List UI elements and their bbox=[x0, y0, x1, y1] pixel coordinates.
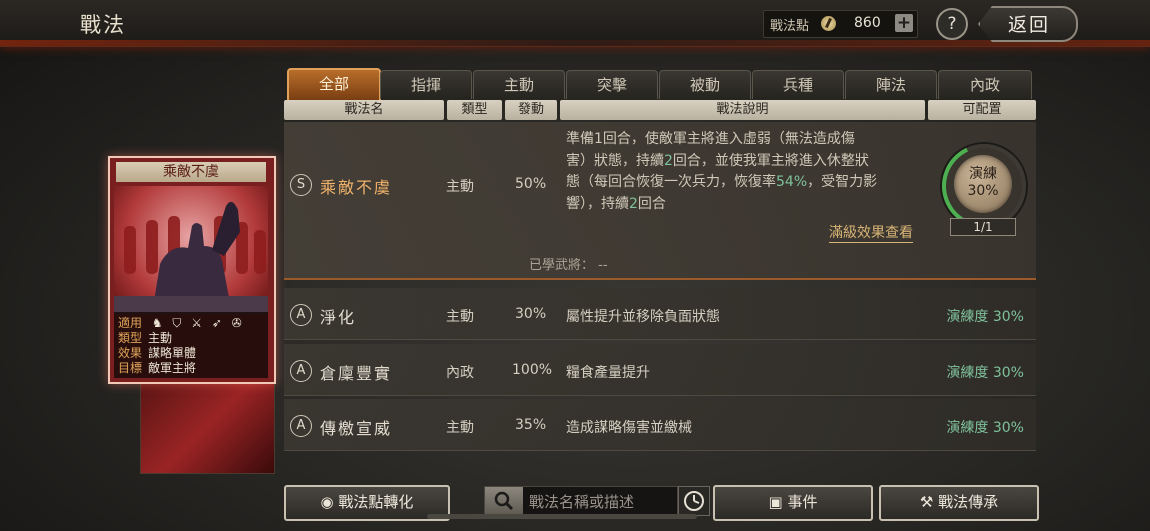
card-title: 乘敵不虞 bbox=[116, 162, 266, 182]
search-box bbox=[484, 486, 678, 516]
skill-points-value: 860 bbox=[854, 15, 881, 31]
card-info-panel: 適用 ♞ ⛉ ⚔ ➶ ✇ 類型 主動 效果 謀略單體 目標 敵軍主將 bbox=[114, 312, 268, 378]
tab-command[interactable]: 指揮 bbox=[380, 70, 472, 99]
inherit-button[interactable]: ⚒ 戰法傳承 bbox=[879, 485, 1039, 521]
skill-description: 造成謀略傷害並繳械 bbox=[566, 420, 692, 436]
skill-list: S 乘敵不虞 主動 50% 準備1回合，使敵軍主將進入虛弱（無法造成傷 害）狀態… bbox=[284, 122, 1038, 472]
ticket-icon: ▣ bbox=[768, 493, 783, 511]
skill-point-coin-icon bbox=[821, 16, 836, 31]
skill-type: 主動 bbox=[446, 420, 474, 436]
learned-label: 已學武將： bbox=[529, 258, 595, 273]
skill-description: 糧食產量提升 bbox=[566, 365, 650, 381]
skill-rate: 50% bbox=[515, 176, 547, 192]
event-button[interactable]: ▣ 事件 bbox=[713, 485, 873, 521]
hammer-icon: ⚒ bbox=[919, 493, 934, 511]
card-illustration bbox=[114, 186, 268, 314]
search-icon bbox=[494, 491, 514, 511]
convert-points-button[interactable]: ◉ 戰法點轉化 bbox=[284, 485, 450, 521]
mastery-level: 演練度 30% bbox=[946, 420, 1024, 436]
mastery-level: 演練度 30% bbox=[946, 309, 1024, 325]
skill-card[interactable]: 乘敵不虞 適用 ♞ ⛉ ⚔ ➶ ✇ 類型 主動 效果 謀略單體 目標 敵軍主將 bbox=[108, 156, 276, 384]
skill-name: 倉廩豐實 bbox=[320, 364, 393, 383]
troop-type-icons: ♞ ⛉ ⚔ ➶ ✇ bbox=[151, 316, 245, 330]
skill-row[interactable]: A 傳檄宣威 主動 35% 造成謀略傷害並繳械 演練度 30% bbox=[284, 399, 1036, 451]
learned-generals: 已學武將： -- bbox=[529, 254, 608, 273]
desc-line: 害）狀態，持續2回合，並使我軍主將進入休整狀 bbox=[566, 152, 869, 169]
skill-type: 內政 bbox=[446, 365, 474, 381]
tab-troop[interactable]: 兵種 bbox=[752, 70, 844, 99]
history-button[interactable] bbox=[678, 486, 710, 516]
tab-all[interactable]: 全部 bbox=[287, 68, 381, 102]
skill-type: 主動 bbox=[446, 179, 474, 195]
card-stack-middle bbox=[140, 380, 275, 474]
full-effect-link[interactable]: 滿級效果查看 bbox=[829, 222, 913, 243]
skill-row[interactable]: A 倉廩豐實 內政 100% 糧食產量提升 演練度 30% bbox=[284, 344, 1036, 396]
tab-passive[interactable]: 被動 bbox=[659, 70, 751, 99]
convert-points-label: 戰法點轉化 bbox=[338, 493, 414, 511]
train-control[interactable]: 演練 30% 1/1 bbox=[930, 132, 1038, 240]
skill-points-label: 戰法點 bbox=[770, 19, 810, 34]
column-header-rate: 發動 bbox=[505, 100, 557, 120]
train-label: 演練 bbox=[969, 166, 997, 182]
tab-internal[interactable]: 內政 bbox=[938, 70, 1032, 99]
skill-name: 乘敵不虞 bbox=[320, 178, 393, 197]
skill-row[interactable]: A 淨化 主動 30% 屬性提升並移除負面狀態 演練度 30% bbox=[284, 288, 1036, 340]
top-bar-glow bbox=[0, 40, 1150, 46]
train-count: 1/1 bbox=[950, 218, 1016, 236]
help-button[interactable]: ? bbox=[936, 8, 968, 40]
desc-line: 態（每回合恢復一次兵力，恢復率54%，受智力影 bbox=[566, 174, 878, 190]
tab-active[interactable]: 主動 bbox=[473, 70, 565, 99]
add-points-button[interactable]: + bbox=[895, 14, 913, 32]
grade-badge: A bbox=[290, 304, 312, 326]
skill-name: 傳檄宣威 bbox=[320, 419, 393, 438]
column-header-type: 類型 bbox=[447, 100, 502, 120]
desc-line: 準備1回合，使敵軍主將進入虛弱（無法造成傷 bbox=[566, 131, 855, 147]
train-percent: 30% bbox=[967, 183, 999, 199]
inherit-label: 戰法傳承 bbox=[938, 493, 999, 511]
skill-rate: 100% bbox=[512, 362, 553, 378]
search-input[interactable] bbox=[527, 489, 675, 515]
back-button-label: 返回 bbox=[1008, 14, 1051, 36]
tab-formation[interactable]: 陣法 bbox=[845, 70, 937, 99]
grade-badge: S bbox=[290, 174, 312, 196]
column-header-name: 戰法名 bbox=[284, 100, 444, 120]
learned-value: -- bbox=[598, 258, 608, 273]
tab-assault[interactable]: 突擊 bbox=[566, 70, 658, 99]
desc-line: 響），持續2回合 bbox=[566, 195, 666, 212]
column-header-desc: 戰法說明 bbox=[560, 100, 925, 120]
search-button[interactable] bbox=[485, 487, 523, 515]
mastery-level: 演練度 30% bbox=[946, 365, 1024, 381]
skill-type: 主動 bbox=[446, 309, 474, 325]
card-info-target: 目標 敵軍主將 bbox=[118, 361, 197, 375]
skill-description: 屬性提升並移除負面狀態 bbox=[566, 309, 720, 325]
skill-points-display: 戰法點 860 + bbox=[763, 10, 918, 38]
coin-icon: ◉ bbox=[320, 493, 334, 511]
skill-description: 準備1回合，使敵軍主將進入虛弱（無法造成傷 害）狀態，持續2回合，並使我軍主將進… bbox=[566, 129, 926, 215]
back-button[interactable]: 返回 bbox=[978, 6, 1078, 42]
skill-rate: 30% bbox=[515, 306, 547, 322]
page-title: 戰法 bbox=[80, 13, 126, 37]
clock-icon bbox=[684, 491, 704, 511]
event-label: 事件 bbox=[787, 493, 818, 511]
grade-badge: A bbox=[290, 360, 312, 382]
top-bar: 戰法 戰法點 860 + ? 返回 bbox=[0, 0, 1150, 47]
skill-row-selected[interactable]: S 乘敵不虞 主動 50% 準備1回合，使敵軍主將進入虛弱（無法造成傷 害）狀態… bbox=[284, 122, 1038, 280]
home-indicator bbox=[427, 514, 697, 519]
skill-name: 淨化 bbox=[320, 308, 357, 327]
column-header-configurable: 可配置 bbox=[928, 100, 1036, 120]
card-art-figures bbox=[114, 201, 268, 314]
skill-rate: 35% bbox=[515, 417, 547, 433]
grade-badge: A bbox=[290, 415, 312, 437]
